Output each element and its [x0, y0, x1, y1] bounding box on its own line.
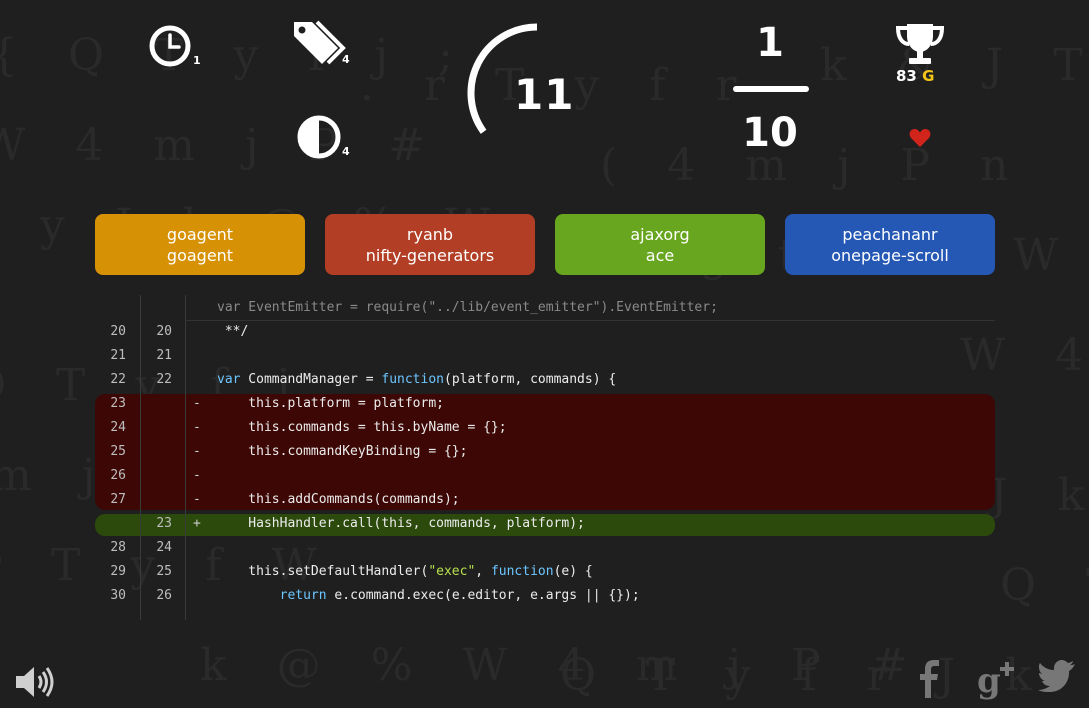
- twitter-icon[interactable]: [1038, 660, 1076, 692]
- diff-row: 21 21: [95, 344, 995, 368]
- trophy-icon: [895, 24, 945, 64]
- contrast-stat: 4: [296, 114, 356, 160]
- old-line-number: 21: [110, 348, 126, 363]
- new-line-number: 26: [156, 588, 172, 603]
- choice-button-3[interactable]: ajaxorg ace: [555, 214, 765, 275]
- contrast-icon: [297, 115, 341, 159]
- diff-row: 22 22 var CommandManager = function(platfo…: [95, 368, 995, 392]
- old-line-number: 23: [110, 396, 126, 411]
- diff-row: 30 26 return e.command.exec(e.editor, e.a…: [95, 584, 995, 608]
- choice-repo: onepage-scroll: [831, 245, 949, 265]
- choice-owner: ryanb: [406, 224, 454, 244]
- code-line: var CommandManager = function(platform, …: [217, 372, 617, 387]
- tags-count: 4: [342, 53, 350, 66]
- diff-row: 27 - this.addCommands(commands);: [95, 488, 995, 512]
- progress-denominator: 10: [742, 110, 798, 156]
- choice-button-2[interactable]: ryanb nifty-generators: [325, 214, 535, 275]
- speaker-icon[interactable]: [14, 664, 56, 700]
- new-line-number: 21: [156, 348, 172, 363]
- new-line-number: 24: [156, 540, 172, 555]
- google-plus-icon[interactable]: g: [977, 660, 1019, 700]
- diff-row: 26 -: [95, 464, 995, 488]
- diff-row: 23 + HashHandler.call(this, commands, pla…: [95, 512, 995, 536]
- diff-marker: -: [193, 492, 201, 507]
- choice-button-1[interactable]: goagent goagent: [95, 214, 305, 275]
- choice-repo: ace: [645, 245, 675, 265]
- choice-button-4[interactable]: peachananr onepage-scroll: [785, 214, 995, 275]
- old-line-number: 27: [110, 492, 126, 507]
- score-unit: G: [922, 67, 935, 85]
- timer-value: 11: [514, 70, 575, 119]
- old-line-number: 20: [110, 324, 126, 339]
- old-line-number: 26: [110, 468, 126, 483]
- old-line-number: 28: [110, 540, 126, 555]
- score: 83 G: [896, 67, 934, 85]
- code-line: this.setDefaultHandler("exec", function(…: [217, 564, 593, 579]
- new-line-number: 20: [156, 324, 172, 339]
- new-line-number: 25: [156, 564, 172, 579]
- old-line-number: 29: [110, 564, 126, 579]
- code-line: **/: [217, 324, 249, 339]
- diff-row: 23 - this.platform = platform;: [95, 392, 995, 416]
- diff-marker: -: [193, 420, 201, 435]
- old-line-number: 24: [110, 420, 126, 435]
- progress-numerator: 1: [756, 20, 784, 66]
- score-value: 83: [896, 67, 917, 85]
- choice-owner: ajaxorg: [630, 224, 690, 244]
- choice-owner: goagent: [166, 224, 234, 244]
- diff-marker: -: [193, 444, 201, 459]
- old-line-number: 30: [110, 588, 126, 603]
- new-line-number: 22: [156, 372, 172, 387]
- clock-count: 1: [193, 54, 201, 67]
- code-line: this.commands = this.byName = {};: [217, 420, 507, 435]
- diff-marker: -: [193, 468, 201, 483]
- diff-row: 29 25 this.setDefaultHandler("exec", func…: [95, 560, 995, 584]
- tags-icon: [294, 20, 346, 65]
- code-line: this.addCommands(commands);: [217, 492, 460, 507]
- clock-stat: 1: [148, 24, 204, 68]
- choice-repo: goagent: [166, 245, 234, 265]
- old-line-number: 25: [110, 444, 126, 459]
- diff-marker: +: [193, 516, 201, 531]
- diff-row: 24 - this.commands = this.byName = {};: [95, 416, 995, 440]
- tags-stat: 4: [292, 20, 356, 70]
- facebook-icon[interactable]: [917, 660, 941, 698]
- code-line: return e.command.exec(e.editor, e.args |…: [279, 588, 640, 603]
- diff-marker: -: [193, 396, 201, 411]
- diff-row: 25 - this.commandKeyBinding = {};: [95, 440, 995, 464]
- clock-icon: [149, 25, 191, 67]
- diff-context-header: var EventEmitter = require("../lib/event…: [217, 300, 718, 315]
- contrast-count: 4: [342, 145, 350, 158]
- diff-row: 28 24: [95, 536, 995, 560]
- code-diff: var EventEmitter = require("../lib/event…: [95, 295, 995, 620]
- code-line: this.commandKeyBinding = {};: [217, 444, 468, 459]
- choice-repo: nifty-generators: [365, 245, 495, 265]
- diff-row: 20 20 **/: [95, 320, 995, 344]
- code-line: HashHandler.call(this, commands, platfor…: [217, 516, 585, 531]
- svg-text:g: g: [977, 661, 1001, 700]
- choice-owner: peachananr: [842, 224, 938, 244]
- progress-divider: [733, 86, 809, 92]
- code-line: this.platform = platform;: [217, 396, 444, 411]
- old-line-number: 22: [110, 372, 126, 387]
- new-line-number: 23: [156, 516, 172, 531]
- heart-icon: [909, 129, 931, 147]
